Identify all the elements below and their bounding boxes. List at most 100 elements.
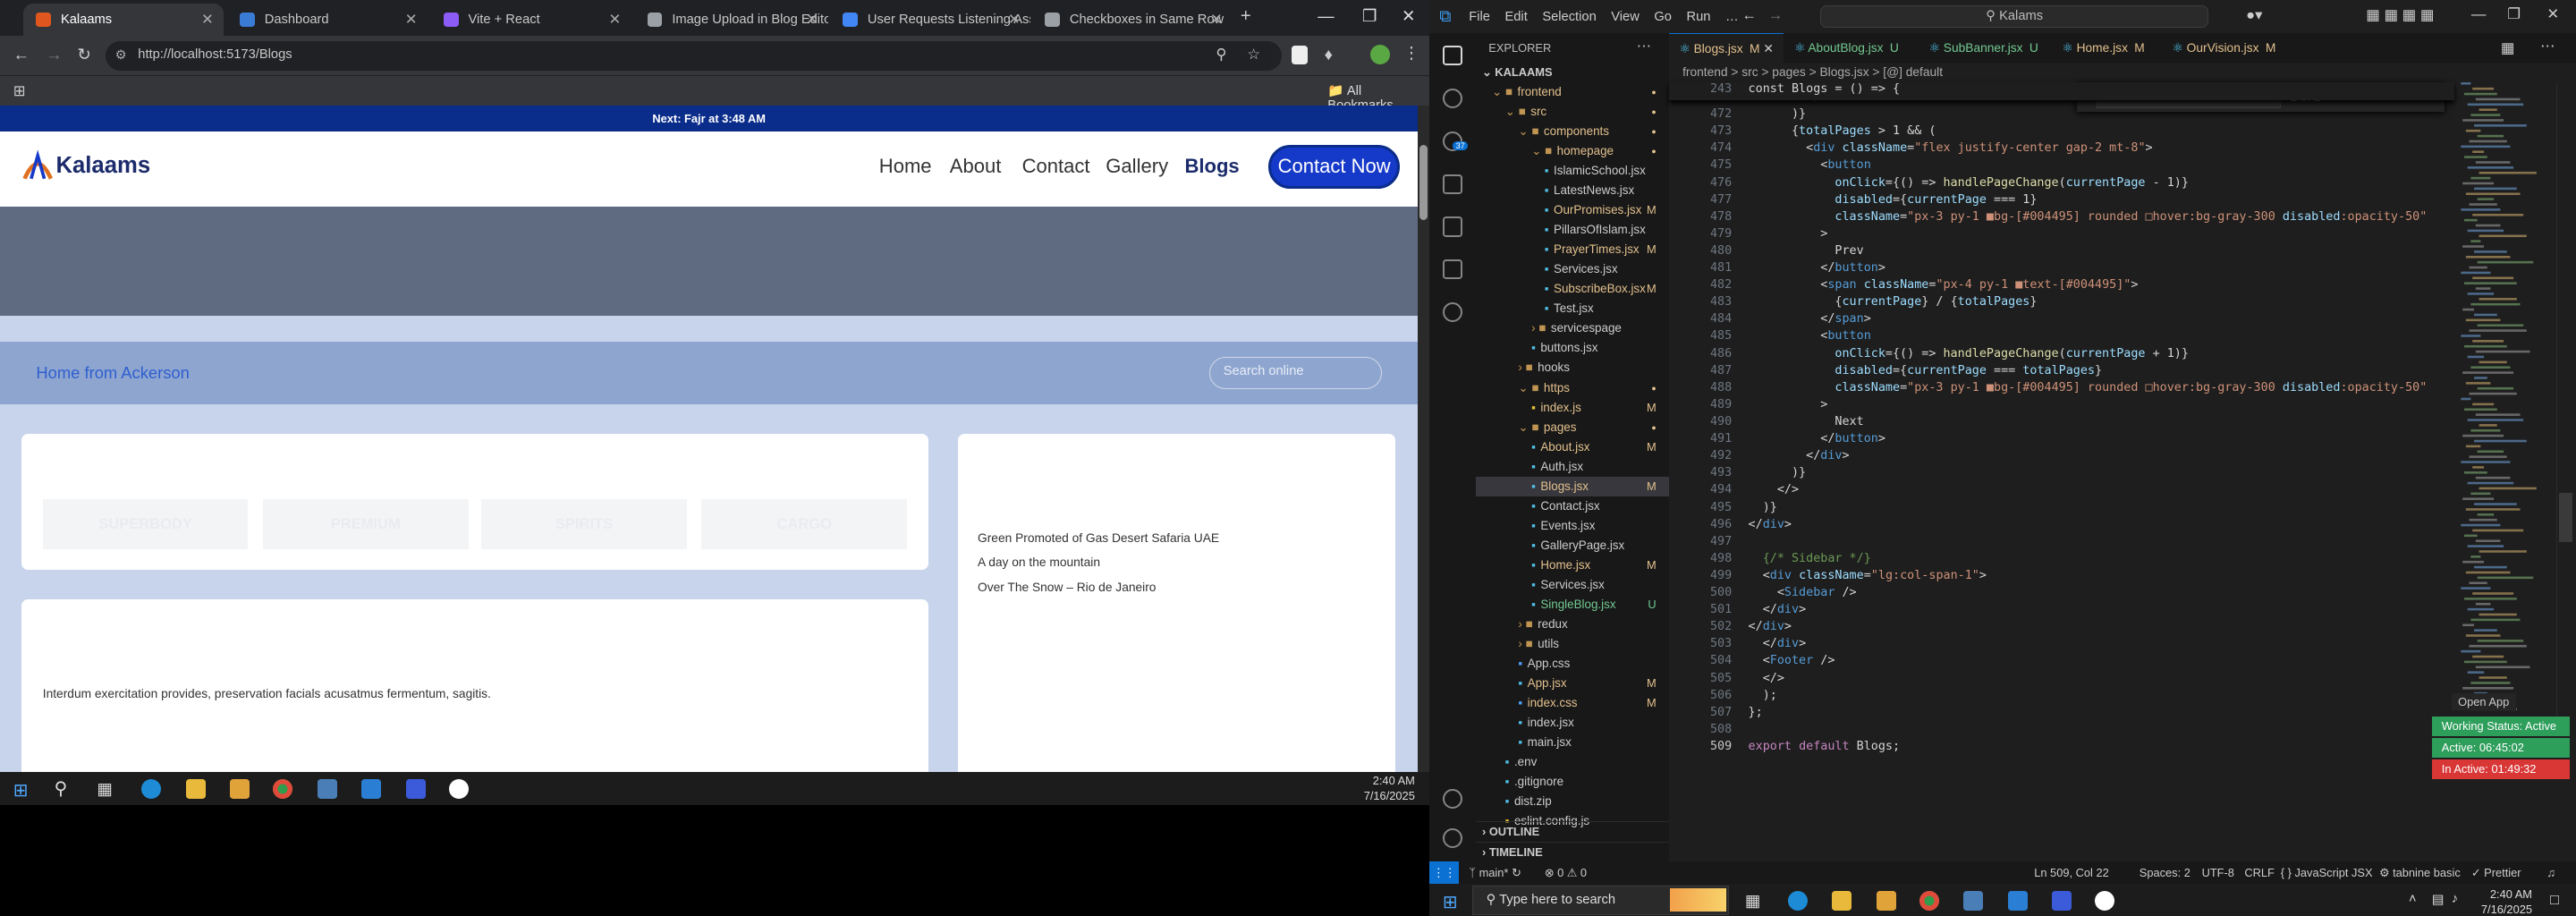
back-icon[interactable]: ←	[1741, 6, 1757, 24]
windows-start-icon[interactable]: ⊞	[1443, 891, 1458, 913]
browser-tab[interactable]: Vite + React ✕	[430, 4, 631, 37]
address-bar[interactable]: ⚙ http://localhost:5173/Blogs ⚲ ☆	[105, 40, 1282, 71]
scrollbar-thumb[interactable]	[2559, 493, 2572, 543]
task-view-icon[interactable]: ▦	[1745, 891, 1760, 911]
file-item[interactable]: ▪ GalleryPage.jsx	[1476, 536, 1670, 556]
timeline-section[interactable]: › TIMELINE	[1475, 841, 1670, 861]
close-tab-icon[interactable]: ✕	[1008, 11, 1021, 29]
minimize-icon[interactable]: —	[1318, 6, 1334, 26]
open-app-button[interactable]: Open App	[2451, 693, 2516, 710]
avatar[interactable]	[1370, 44, 1391, 64]
contact-now-button[interactable]: Contact Now	[1268, 144, 1401, 190]
location-icon[interactable]: ⚲	[1216, 46, 1226, 64]
file-item[interactable]: ▪ .env	[1476, 752, 1670, 772]
tray-chevron-icon[interactable]: ˄	[2409, 892, 2417, 906]
folder-item[interactable]: › ■ redux	[1476, 615, 1670, 634]
language-mode[interactable]: { } JavaScript JSX	[2281, 861, 2373, 885]
split-editor-icon[interactable]: ▦	[2501, 39, 2515, 57]
remote-icon[interactable]: ⋮⋮	[1429, 861, 1460, 885]
file-item[interactable]: ▪ .gitignore	[1476, 772, 1670, 792]
file-item[interactable]: ▪ index.js M	[1476, 398, 1670, 418]
file-item[interactable]: ▪ buttons.jsx	[1476, 338, 1670, 358]
file-explorer-icon[interactable]	[185, 778, 206, 799]
minimize-icon[interactable]: —	[2471, 5, 2487, 23]
app-icon[interactable]	[1963, 890, 1984, 911]
search-icon[interactable]: ⚲	[55, 777, 68, 800]
file-item[interactable]: ▪ PillarsOfIslam.jsx	[1476, 220, 1670, 240]
close-tab-icon[interactable]: ✕	[1210, 11, 1223, 29]
command-center[interactable]: ⚲ Kalams	[1820, 4, 2208, 29]
zoom-icon[interactable]	[2052, 890, 2072, 911]
work-status-badge[interactable]: Working Status: Active	[2431, 716, 2571, 736]
browser-tab[interactable]: Image Upload in Blog Editor ✕	[634, 4, 828, 37]
file-item[interactable]: ▪ Auth.jsx	[1476, 457, 1670, 477]
edge-icon[interactable]	[1787, 890, 1808, 911]
file-item[interactable]: ▪ App.jsx M	[1476, 674, 1670, 693]
close-icon[interactable]: ✕	[2546, 5, 2559, 23]
nav-about[interactable]: About	[950, 155, 1002, 178]
notification-icon[interactable]: □	[2550, 891, 2559, 909]
chrome-icon[interactable]	[272, 778, 292, 799]
search-icon[interactable]	[1442, 89, 1462, 109]
folder-item[interactable]: › ■ servicespage	[1476, 318, 1670, 338]
site-logo[interactable]: Kalaams	[20, 146, 150, 185]
maximize-icon[interactable]: ❐	[1362, 6, 1377, 26]
explorer-icon[interactable]	[1442, 46, 1462, 66]
file-item[interactable]: ▪ SingleBlog.jsx U	[1476, 595, 1670, 615]
menu-item[interactable]: File	[1469, 10, 1490, 24]
remote-icon[interactable]	[1442, 259, 1462, 280]
file-item[interactable]: ▪ Contact.jsx	[1476, 496, 1670, 516]
menu-item[interactable]: Run	[1687, 10, 1711, 24]
file-item[interactable]: ▪ dist.zip	[1476, 792, 1670, 811]
menu-icon[interactable]: ⋮	[1403, 43, 1419, 63]
account-icon[interactable]	[1442, 788, 1462, 809]
extensions-icon[interactable]	[1442, 216, 1462, 237]
editor-scrollbar[interactable]	[2556, 81, 2573, 724]
close-tab-icon[interactable]: ✕	[806, 11, 818, 29]
nav-gallery[interactable]: Gallery	[1106, 155, 1168, 178]
file-item[interactable]: ▪ About.jsx M	[1476, 437, 1670, 457]
indentation[interactable]: Spaces: 2	[2140, 861, 2190, 885]
taskbar-search-input[interactable]: ⚲ Type here to search	[1471, 886, 1729, 916]
work-status-badge[interactable]: In Active: 01:49:32	[2431, 759, 2571, 779]
close-icon[interactable]: ✕	[1402, 6, 1415, 26]
browser-tab[interactable]: Kalaams ✕	[22, 3, 224, 37]
editor-breadcrumb[interactable]: frontend > src > pages > Blogs.jsx > [@]…	[1669, 63, 2576, 82]
category-superbody[interactable]: SUPERBODY	[42, 499, 249, 549]
browser-tab[interactable]: Checkboxes in Same Row ✕	[1032, 4, 1233, 37]
sticky-scroll-header[interactable]: 243 const Blogs = () => {	[1669, 81, 2455, 101]
more-actions-icon[interactable]: ⋯	[2540, 38, 2555, 55]
vscode-icon[interactable]	[361, 778, 382, 799]
editor-tab[interactable]: ⚛ AboutBlog.jsx U	[1784, 32, 1909, 63]
line-ending[interactable]: CRLF	[2244, 861, 2275, 885]
forward-icon[interactable]: →	[1768, 6, 1784, 24]
editor-tab[interactable]: ⚛ OurVision.jsx M	[2162, 32, 2286, 63]
edge-icon[interactable]	[140, 778, 161, 799]
outline-section[interactable]: › OUTLINE	[1475, 821, 1670, 841]
folder-item[interactable]: › ■ utils	[1476, 634, 1670, 654]
prettier-status[interactable]: ✓ Prettier	[2471, 861, 2521, 885]
encoding[interactable]: UTF-8	[2202, 861, 2234, 885]
menu-item[interactable]: Edit	[1504, 10, 1527, 24]
nav-contact[interactable]: Contact	[1022, 155, 1090, 178]
problems-status[interactable]: ⊗ 0 ⚠ 0	[1545, 861, 1587, 885]
app2-icon[interactable]	[448, 778, 469, 799]
file-item[interactable]: ▪ Blogs.jsx M	[1475, 476, 1670, 496]
folder-item[interactable]: ⌄ ■ homepage ●	[1476, 141, 1670, 161]
breadcrumb[interactable]: Home from Ackerson	[36, 363, 189, 383]
site-info-icon[interactable]: ⚙	[115, 47, 127, 63]
volume-icon[interactable]: ♪	[2452, 892, 2458, 906]
tabnine-status[interactable]: ⚙ tabnine basic	[2379, 861, 2461, 885]
folder-item[interactable]: ⌄ ■ https ●	[1476, 378, 1670, 398]
close-tab-icon[interactable]: ✕	[201, 11, 214, 29]
close-tab-icon[interactable]: ✕	[405, 11, 418, 29]
gear-icon[interactable]	[1442, 827, 1462, 848]
recent-post[interactable]: A day on the mountain	[978, 550, 1219, 575]
close-tab-icon[interactable]: ✕	[609, 11, 622, 29]
zoom-icon[interactable]	[405, 778, 426, 799]
editor-tab[interactable]: ⚛ SubBanner.jsx U	[1919, 32, 2048, 63]
menu-item[interactable]: View	[1611, 10, 1640, 24]
category-premium[interactable]: PREMIUM	[262, 499, 469, 549]
windows-start-icon[interactable]: ⊞	[13, 779, 29, 802]
minimap[interactable]	[2454, 81, 2557, 724]
